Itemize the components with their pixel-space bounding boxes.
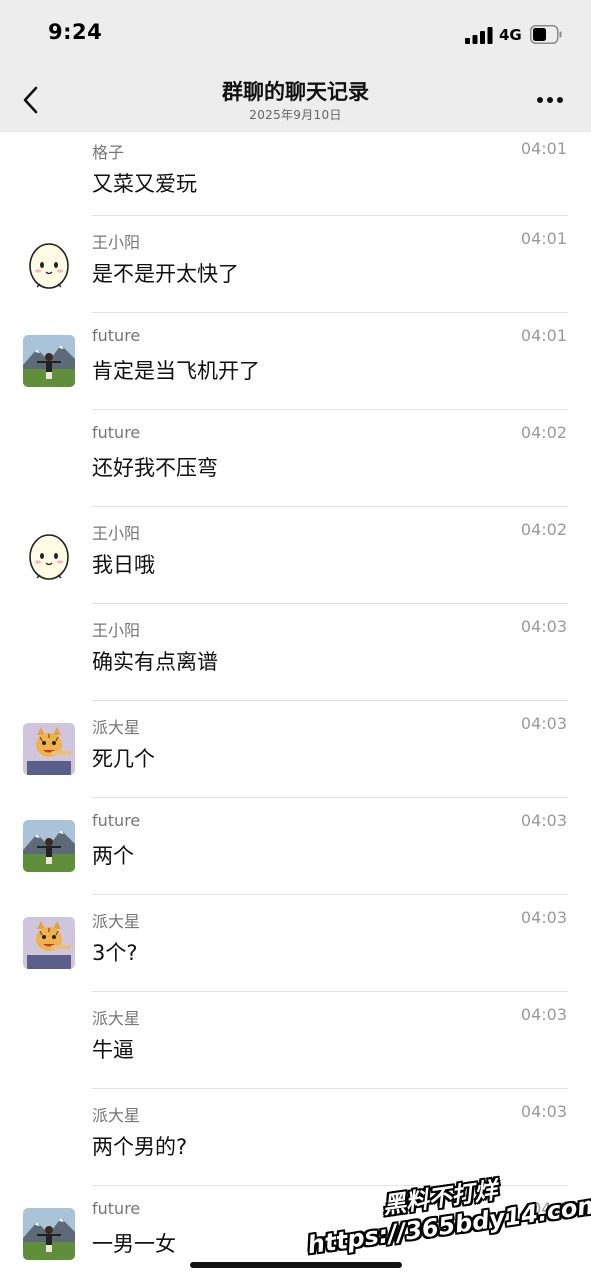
message-sender: 王小阳 [92, 524, 141, 543]
message-time: 04:03 [520, 1005, 567, 1024]
message-sender: 派大星 [92, 718, 141, 737]
status-time: 9:24 [48, 20, 103, 44]
egg-icon [29, 534, 69, 580]
mountain-avatar[interactable] [23, 820, 75, 872]
message-time: 04:02 [520, 520, 567, 539]
chat-message[interactable]: 王小阳 04:02 我日哦 [0, 507, 591, 604]
mountain-avatar[interactable] [23, 1208, 75, 1260]
cat-cartoon-icon [23, 723, 75, 775]
message-time: 04:01 [520, 139, 567, 158]
chat-message[interactable]: 派大星 04:03 死几个 [0, 701, 591, 798]
cat-cartoon-icon [23, 917, 75, 969]
cat-avatar[interactable] [23, 723, 75, 775]
message-text: 两个 [92, 844, 134, 868]
message-sender: 派大星 [92, 1009, 141, 1028]
home-indicator[interactable] [190, 1262, 402, 1268]
message-sender: future [92, 811, 141, 830]
egg-avatar[interactable] [23, 238, 75, 290]
message-sender: 派大星 [92, 912, 141, 931]
chat-message[interactable]: 格子 04:01 又菜又爱玩 [0, 119, 591, 216]
mountain-avatar[interactable] [23, 335, 75, 387]
message-text: 我日哦 [92, 553, 155, 577]
chat-message[interactable]: future 04:01 肯定是当飞机开了 [0, 313, 591, 410]
message-sender: 派大星 [92, 1106, 141, 1125]
chat-message[interactable]: future 04:03 两个 [0, 798, 591, 895]
more-options-icon[interactable] [536, 96, 564, 104]
header-bar: 9:24 4G 群聊的聊天记录 2025年9月10日 [0, 0, 591, 132]
message-time: 04:03 [520, 714, 567, 733]
message-text: 是不是开太快了 [92, 262, 239, 286]
message-text: 一男一女 [92, 1232, 176, 1256]
page-title: 群聊的聊天记录 [222, 80, 369, 104]
message-text: 两个男的? [92, 1135, 188, 1159]
message-text: 确实有点离谱 [92, 650, 218, 674]
egg-avatar[interactable] [23, 529, 75, 581]
message-sender: future [92, 326, 141, 345]
egg-icon [29, 243, 69, 289]
signal-icon [465, 27, 493, 44]
message-text: 肯定是当飞机开了 [92, 359, 260, 383]
chat-message[interactable]: future 04:02 还好我不压弯 [0, 410, 591, 507]
message-sender: future [92, 423, 141, 442]
message-sender: 格子 [92, 143, 125, 162]
battery-icon [530, 25, 562, 44]
message-time: 04:02 [520, 423, 567, 442]
mountain-scene-icon [23, 820, 75, 872]
message-time: 04:03 [520, 811, 567, 830]
message-text: 牛逼 [92, 1038, 134, 1062]
message-sender: future [92, 1199, 141, 1218]
mountain-scene-icon [23, 335, 75, 387]
message-time: 04:03 [520, 908, 567, 927]
message-text: 又菜又爱玩 [92, 172, 197, 196]
message-sender: 王小阳 [92, 233, 141, 252]
message-time: 04:03 [520, 1102, 567, 1121]
message-text: 3个? [92, 941, 138, 965]
network-label: 4G [499, 26, 522, 44]
message-text: 死几个 [92, 747, 155, 771]
mountain-scene-icon [23, 1208, 75, 1260]
message-time: 04:01 [520, 326, 567, 345]
message-sender: 王小阳 [92, 621, 141, 640]
message-time: 04:03 [520, 617, 567, 636]
cat-avatar[interactable] [23, 917, 75, 969]
chat-message[interactable]: 派大星 04:03 牛逼 [0, 992, 591, 1089]
message-text: 还好我不压弯 [92, 456, 218, 480]
chat-message[interactable]: 派大星 04:03 3个? [0, 895, 591, 992]
message-time: 04:01 [520, 229, 567, 248]
chat-message[interactable]: 王小阳 04:01 是不是开太快了 [0, 216, 591, 313]
chat-message[interactable]: 王小阳 04:03 确实有点离谱 [0, 604, 591, 701]
